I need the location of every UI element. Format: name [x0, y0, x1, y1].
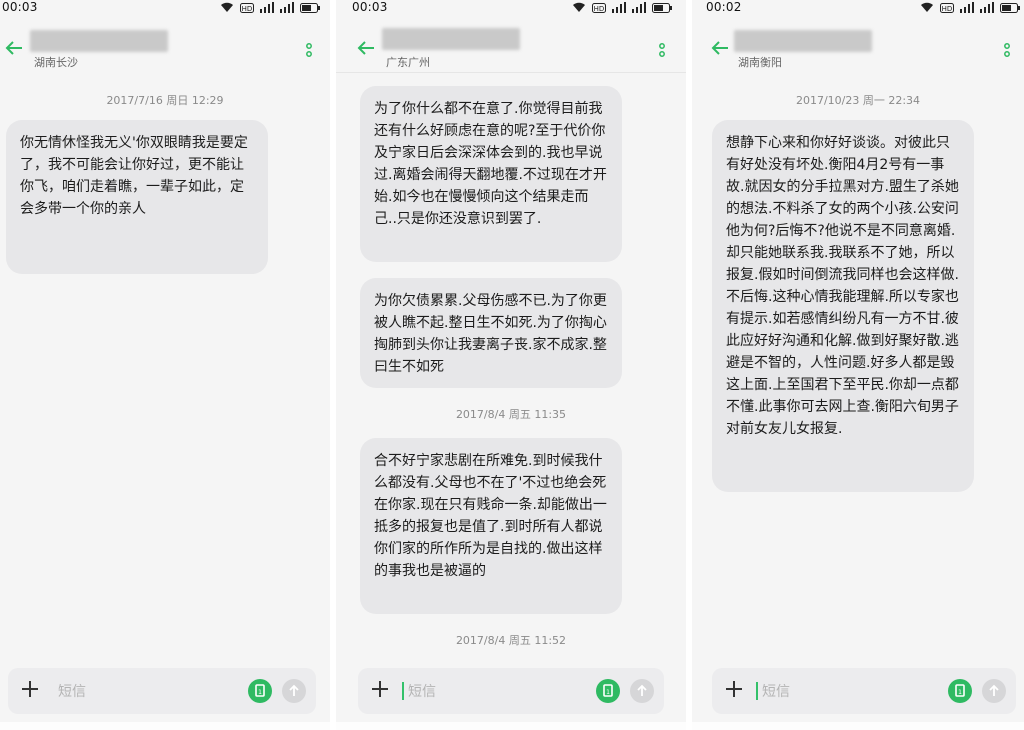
- more-vertical-icon[interactable]: [657, 42, 667, 58]
- battery-icon: [1000, 2, 1020, 13]
- plus-icon[interactable]: [370, 679, 390, 699]
- status-bar: 00:03 HD: [336, 0, 686, 16]
- message-timestamp: 2017/8/4 周五 11:35: [455, 408, 567, 421]
- signal-icon: [612, 2, 626, 13]
- wifi-icon: [573, 2, 585, 12]
- bottom-strip: [0, 722, 330, 730]
- sim-icon[interactable]: 1: [596, 679, 620, 703]
- sim-icon[interactable]: 1: [948, 679, 972, 703]
- more-vertical-icon[interactable]: [1002, 42, 1012, 58]
- message-timestamp: 2017/10/23 周一 22:34: [795, 94, 921, 107]
- svg-text:HD: HD: [242, 5, 253, 13]
- message-input-bar: 短信 1: [8, 668, 316, 714]
- status-icons: HD: [572, 2, 672, 13]
- message-bubble[interactable]: 合不好宁家悲剧在所难免.到时候我什么都没有.父母也不在了'不过也绝会死在你家.现…: [360, 438, 622, 614]
- svg-text:HD: HD: [594, 5, 605, 13]
- hd-icon: HD: [592, 2, 606, 13]
- contact-name-redacted: [734, 30, 872, 52]
- hd-icon: HD: [240, 2, 254, 13]
- svg-text:HD: HD: [942, 5, 953, 13]
- message-bubble[interactable]: 为你欠债累累.父母伤感不已.为了你更被人瞧不起.整日生不如死.为了你掏心掏肺到头…: [360, 278, 622, 388]
- battery-icon: [300, 2, 320, 13]
- conversation-header: 湖南衡阳: [692, 16, 1024, 74]
- hd-icon: HD: [940, 2, 954, 13]
- header-divider: [336, 72, 686, 73]
- contact-location: 湖南长沙: [34, 56, 78, 69]
- screen-2: 00:03 HD 广东广州 为了你什么都不在意了.你觉得目前我还有什么好顾虑在意…: [336, 0, 686, 730]
- bottom-strip: [336, 722, 686, 730]
- more-vertical-icon[interactable]: [304, 42, 314, 58]
- svg-text:1: 1: [606, 689, 610, 696]
- back-arrow-icon[interactable]: [356, 40, 376, 56]
- status-bar: 00:02 HD: [692, 0, 1024, 16]
- status-time: 00:02: [706, 0, 742, 14]
- message-timestamp: 2017/7/16 周日 12:29: [106, 94, 224, 107]
- bottom-strip: [692, 722, 1024, 730]
- plus-icon[interactable]: [724, 679, 744, 699]
- screen-1: 00:03 HD 湖南长沙 2017/7/16 周日 12:29 你无情休怪我无…: [0, 0, 330, 730]
- signal-icon: [960, 2, 974, 13]
- svg-text:1: 1: [258, 689, 262, 696]
- contact-location: 湖南衡阳: [738, 56, 782, 69]
- message-input-bar: 短信 1: [712, 668, 1016, 714]
- message-input-bar: 短信 1: [358, 668, 664, 714]
- back-arrow-icon[interactable]: [710, 40, 730, 56]
- status-bar: 00:03 HD: [0, 0, 330, 16]
- status-time: 00:03: [2, 0, 38, 14]
- back-arrow-icon[interactable]: [4, 40, 24, 56]
- conversation-header: 广东广州: [336, 16, 686, 72]
- signal-icon: [980, 2, 994, 13]
- message-bubble[interactable]: 想静下心来和你好好谈谈。对彼此只有好处没有坏处.衡阳4月2号有一事故.就因女的分…: [712, 120, 974, 492]
- send-arrow-icon[interactable]: [982, 679, 1006, 703]
- wifi-icon: [921, 2, 933, 12]
- wifi-icon: [221, 2, 233, 12]
- conversation-header: 湖南长沙: [0, 16, 330, 74]
- status-icons: HD: [920, 2, 1020, 13]
- status-icons: HD: [220, 2, 320, 13]
- text-cursor: [756, 682, 758, 700]
- contact-name-redacted: [382, 28, 520, 50]
- send-arrow-icon[interactable]: [282, 679, 306, 703]
- svg-text:1: 1: [958, 689, 962, 696]
- signal-icon: [280, 2, 294, 13]
- battery-icon: [652, 2, 672, 13]
- message-bubble[interactable]: 为了你什么都不在意了.你觉得目前我还有什么好顾虑在意的呢?至于代价你及宁家日后会…: [360, 86, 622, 262]
- message-timestamp: 2017/8/4 周五 11:52: [455, 634, 567, 647]
- signal-icon: [632, 2, 646, 13]
- message-input-placeholder[interactable]: 短信: [408, 681, 436, 701]
- message-input-placeholder[interactable]: 短信: [58, 681, 86, 701]
- sim-icon[interactable]: 1: [248, 679, 272, 703]
- message-input-placeholder[interactable]: 短信: [762, 681, 790, 701]
- contact-location: 广东广州: [386, 56, 430, 69]
- message-bubble[interactable]: 你无情休怪我无义'你双眼睛我是要定了，我不可能会让你好过，更不能让你飞，咱们走着…: [6, 120, 268, 274]
- send-arrow-icon[interactable]: [630, 679, 654, 703]
- screen-3: 00:02 HD 湖南衡阳 2017/10/23 周一 22:34 想静下心来和…: [692, 0, 1024, 730]
- plus-icon[interactable]: [20, 679, 40, 699]
- status-time: 00:03: [352, 0, 388, 14]
- signal-icon: [260, 2, 274, 13]
- contact-name-redacted: [30, 30, 168, 52]
- text-cursor: [402, 682, 404, 700]
